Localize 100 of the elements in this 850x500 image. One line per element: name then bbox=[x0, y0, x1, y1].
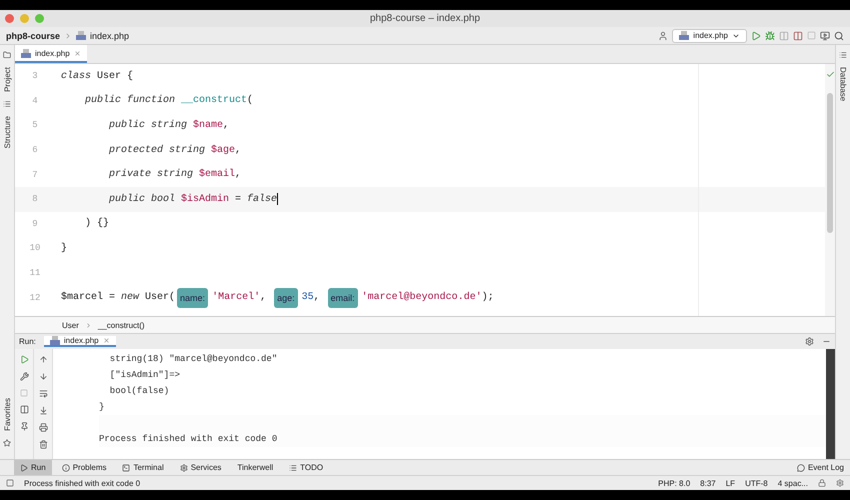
file-breadcrumb[interactable]: index.php bbox=[90, 30, 130, 40]
code-token: false bbox=[247, 194, 278, 205]
close-icon[interactable] bbox=[102, 337, 110, 344]
php-file-icon bbox=[50, 336, 60, 345]
tool-window-tab[interactable]: Terminal bbox=[116, 460, 170, 475]
line-number: 11 bbox=[28, 268, 42, 278]
code-breadcrumb[interactable]: __construct() bbox=[98, 320, 145, 330]
line-number: 3 bbox=[31, 71, 39, 82]
close-icon[interactable] bbox=[74, 50, 81, 56]
code-token: new bbox=[121, 292, 140, 304]
run-configuration-dropdown[interactable]: index.php bbox=[672, 28, 747, 42]
line-number: 10 bbox=[28, 243, 42, 254]
parameter-hint: email: bbox=[328, 288, 358, 308]
pin-icon[interactable] bbox=[20, 422, 28, 431]
run-icon[interactable] bbox=[751, 30, 761, 40]
gear-icon[interactable] bbox=[836, 479, 844, 487]
status-item[interactable]: UTF-8 bbox=[745, 478, 768, 488]
project-breadcrumb[interactable]: php8-course bbox=[6, 30, 60, 40]
close-window-button[interactable] bbox=[5, 14, 14, 23]
php-file-icon bbox=[21, 48, 31, 58]
code-token: $marcel = bbox=[61, 292, 116, 304]
scrollbar[interactable] bbox=[825, 64, 835, 316]
status-message: Process finished with exit code 0 bbox=[24, 478, 140, 488]
parameter-hint: name: bbox=[177, 288, 208, 308]
code-token: , bbox=[223, 120, 230, 131]
window-icon[interactable] bbox=[820, 30, 830, 40]
code-token: , bbox=[235, 169, 242, 180]
side-tab[interactable]: Structure bbox=[2, 116, 12, 148]
structure-icon[interactable] bbox=[3, 100, 11, 108]
tool-window-tab[interactable]: Run bbox=[14, 460, 52, 475]
folder-icon[interactable] bbox=[3, 51, 11, 59]
code-token: public function bbox=[85, 95, 176, 106]
user-icon[interactable] bbox=[658, 30, 668, 40]
scrollbar[interactable] bbox=[826, 349, 835, 459]
code-breadcrumb[interactable]: User bbox=[62, 320, 79, 330]
print-icon[interactable] bbox=[38, 423, 48, 432]
status-item[interactable]: 4 spac... bbox=[778, 478, 808, 488]
side-tab[interactable]: Favorites bbox=[2, 398, 12, 431]
side-tab[interactable]: Project bbox=[2, 67, 12, 92]
code-token: public bool bbox=[109, 194, 176, 205]
tool-window-tab[interactable]: Tinkerwell bbox=[231, 460, 280, 475]
code-token: __construct bbox=[180, 95, 248, 106]
code-token: $name bbox=[192, 120, 224, 131]
run-label: Run: bbox=[19, 337, 36, 346]
search-icon[interactable] bbox=[834, 30, 844, 40]
code-token: = bbox=[234, 194, 242, 205]
info-icon bbox=[62, 464, 70, 472]
debug-icon[interactable] bbox=[765, 30, 775, 40]
code-token: ( bbox=[247, 95, 254, 106]
line-number: 12 bbox=[28, 292, 42, 303]
check-icon bbox=[826, 70, 834, 79]
code-token: $isAdmin bbox=[180, 194, 230, 205]
code-token: $age bbox=[210, 144, 236, 156]
code-token: User( bbox=[144, 292, 176, 304]
status-item[interactable]: LF bbox=[726, 478, 736, 488]
line-number: 4 bbox=[31, 96, 39, 106]
up-arrow-icon[interactable] bbox=[38, 355, 48, 364]
wrench-icon[interactable] bbox=[20, 372, 28, 381]
scroll-to-end-icon[interactable] bbox=[38, 406, 48, 415]
code-token: 'Marcel' bbox=[212, 292, 260, 304]
code-token: , bbox=[235, 144, 242, 156]
trash-icon[interactable] bbox=[38, 440, 48, 449]
code-token: public string bbox=[109, 120, 188, 131]
panel-icon[interactable] bbox=[6, 479, 14, 487]
code-token: ) {} bbox=[85, 218, 110, 230]
run-icon[interactable] bbox=[20, 355, 28, 364]
text-cursor bbox=[277, 193, 278, 206]
code-token: 'marcel@beyondco.de' bbox=[362, 292, 482, 304]
star-icon[interactable] bbox=[3, 439, 11, 447]
tool-window-tab[interactable]: Services bbox=[174, 460, 228, 475]
wrap-icon[interactable] bbox=[38, 389, 48, 398]
code-token: , bbox=[314, 292, 321, 304]
code-token: ); bbox=[482, 292, 494, 304]
status-item[interactable]: 8:37 bbox=[700, 478, 716, 488]
code-token: $email bbox=[198, 169, 236, 180]
line-number: 9 bbox=[31, 218, 39, 229]
tool-window-tab[interactable]: TODO bbox=[283, 460, 330, 475]
settings-icon[interactable] bbox=[805, 337, 814, 346]
code-token: User { bbox=[96, 70, 134, 82]
speech-bubble-icon bbox=[796, 464, 805, 472]
lock-icon[interactable] bbox=[818, 479, 826, 487]
window-title: php8-course – index.php bbox=[368, 13, 482, 24]
status-item[interactable]: PHP: 8.0 bbox=[658, 478, 690, 488]
php-file-icon bbox=[76, 31, 86, 40]
list-icon bbox=[289, 464, 298, 472]
down-arrow-icon[interactable] bbox=[38, 372, 48, 381]
services-icon bbox=[180, 464, 188, 472]
editor-tab[interactable]: index.php bbox=[15, 45, 87, 63]
code-token: class bbox=[61, 70, 92, 82]
terminal-icon bbox=[122, 464, 130, 472]
layout-icon[interactable] bbox=[20, 405, 28, 414]
code-token: 35 bbox=[302, 292, 314, 304]
code-token: private string bbox=[109, 169, 194, 180]
event-log-tab[interactable]: Event Log bbox=[790, 460, 850, 475]
line-number: 5 bbox=[31, 120, 39, 130]
line-number: 7 bbox=[31, 170, 39, 180]
side-tab[interactable]: Database bbox=[838, 67, 848, 102]
tool-window-tab[interactable]: Problems bbox=[56, 460, 112, 475]
parameter-hint: age: bbox=[274, 288, 298, 308]
console-tab[interactable]: index.php bbox=[44, 336, 116, 347]
